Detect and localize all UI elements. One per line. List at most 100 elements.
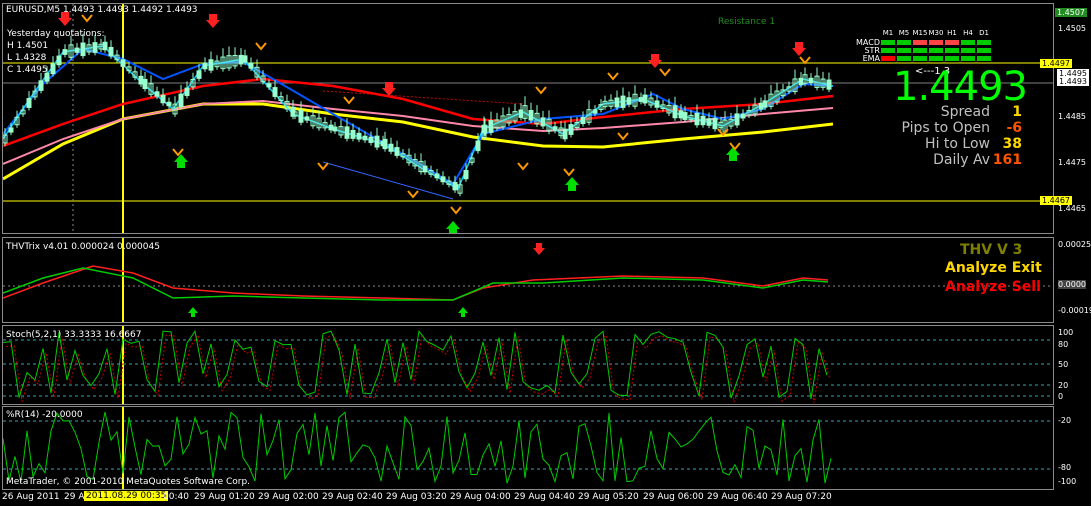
signal-cell [881, 48, 895, 53]
signal-cell [881, 56, 895, 61]
williams-r-pane[interactable]: %R(14) -20.0000 MetaTrader, © 2001-2010 … [2, 406, 1054, 490]
stochastic-pane[interactable]: Stoch(5,2,1) 33.3333 16.6667 [2, 325, 1054, 405]
signal-cell [945, 56, 959, 61]
trix-signal-line [3, 265, 829, 301]
stat-value: 38 [1002, 136, 1022, 152]
signal-cell [881, 40, 895, 45]
candle-body [568, 124, 574, 135]
thv-title: THVTrix v4.01 0.000024 0.000045 [6, 242, 160, 252]
candle-body [394, 147, 400, 156]
fractal-chevron-icon [607, 72, 619, 81]
candle-body [248, 62, 254, 69]
buy-arrow-icon [565, 177, 579, 191]
candle-body [202, 62, 208, 70]
candle-body [672, 105, 678, 119]
sell-arrow-icon [206, 14, 220, 28]
fractal-chevron-icon [343, 96, 355, 105]
stat-value: -6 [1006, 120, 1022, 136]
signal-cell [897, 48, 911, 53]
candle-body [452, 181, 458, 191]
candle-body [475, 140, 481, 152]
candle-body [184, 87, 190, 96]
signal-cell [977, 48, 991, 53]
candle-body [712, 117, 718, 130]
candle-body [332, 126, 338, 132]
candle-body [374, 135, 380, 148]
sell-arrow-icon [382, 82, 396, 96]
candle-body [422, 165, 428, 173]
thv-trix-pane[interactable]: THVTrix v4.01 0.000024 0.000045 THV V 3 … [2, 237, 1054, 323]
fractal-chevron-icon [450, 206, 462, 215]
candle-body [350, 129, 356, 139]
thv-axis: 0.00025 0.0000 -0.00019 [1058, 240, 1091, 315]
timeframe-m30: M30 [928, 29, 944, 37]
fractal-chevron-icon [172, 148, 184, 157]
candle-body [208, 59, 214, 71]
price-box-lower: 1.4467 [1040, 196, 1072, 205]
yesterday-title: Yesterday quotations: [7, 29, 105, 39]
signal-cell [961, 56, 975, 61]
candle-body [488, 120, 494, 133]
candle-body [38, 80, 44, 91]
candle-body [196, 70, 202, 79]
signal-cell [897, 40, 911, 45]
fractal-chevron-icon [255, 42, 267, 51]
candle-body [26, 98, 32, 108]
signal-cell [945, 40, 959, 45]
thv-brand: THV V 3 [960, 242, 1023, 258]
candle-body [238, 54, 244, 65]
candle-body [682, 112, 688, 120]
resistance-label: Resistance 1 [718, 17, 776, 27]
yesterday-close: C 1.4495 [7, 65, 48, 75]
wpr-line [3, 411, 832, 484]
fractal-chevron-icon [617, 132, 629, 141]
stat-value: 161 [992, 152, 1022, 168]
candle-body [614, 97, 620, 108]
stoch-title: Stoch(5,2,1) 33.3333 16.6667 [6, 330, 142, 340]
buy-arrow-icon [726, 147, 740, 161]
sell-arrow-icon [792, 42, 806, 56]
price-box-current: 1.4493 [1057, 77, 1089, 86]
signal-cell [977, 40, 991, 45]
thv-buy-arrow-icon [188, 307, 198, 317]
candle-body [826, 79, 832, 90]
candle-body [552, 126, 558, 131]
trend-line-lower [322, 161, 454, 200]
candle-body [654, 100, 660, 108]
candle-body [734, 113, 740, 126]
candle-body [142, 78, 148, 90]
candle-body [694, 112, 700, 126]
stat-value: 1 [1012, 104, 1022, 120]
dashboard-row-ema: EMA [852, 54, 992, 63]
yesterday-low: L 1.4328 [7, 53, 47, 63]
candle-body [758, 102, 764, 110]
candle-body [178, 93, 184, 108]
yesterday-high: H 1.4501 [7, 41, 49, 51]
candle-body [592, 109, 598, 114]
candle-body [388, 143, 394, 152]
ema-pink-line [3, 99, 834, 165]
candle-body [626, 97, 632, 105]
candle-body [434, 173, 440, 179]
candle-body [80, 42, 86, 57]
dashboard-label: EMA [862, 54, 880, 63]
stoch-signal-line [5, 333, 831, 403]
candle-body [166, 101, 172, 107]
signal-cell [929, 56, 943, 61]
candle-body [562, 128, 568, 140]
cursor-time-label: 2011.08.29 00:35 [84, 491, 169, 501]
sell-arrow-icon [648, 54, 662, 68]
candle-body [740, 113, 746, 119]
fractal-chevron-icon [563, 168, 575, 177]
candle-body [638, 97, 644, 102]
candle-body [272, 87, 278, 97]
candle-body [242, 55, 248, 63]
thv-buy-arrow-icon [458, 307, 468, 317]
time-axis: 26 Aug 2011 29 A 2011.08.29 00:35 00:40 … [2, 491, 832, 502]
candle-body [808, 77, 814, 84]
candle-body [620, 95, 626, 108]
candle-body [798, 77, 804, 86]
candle-body [706, 118, 712, 126]
timeframe-m15: M15 [912, 29, 928, 37]
candle-body [356, 132, 362, 140]
